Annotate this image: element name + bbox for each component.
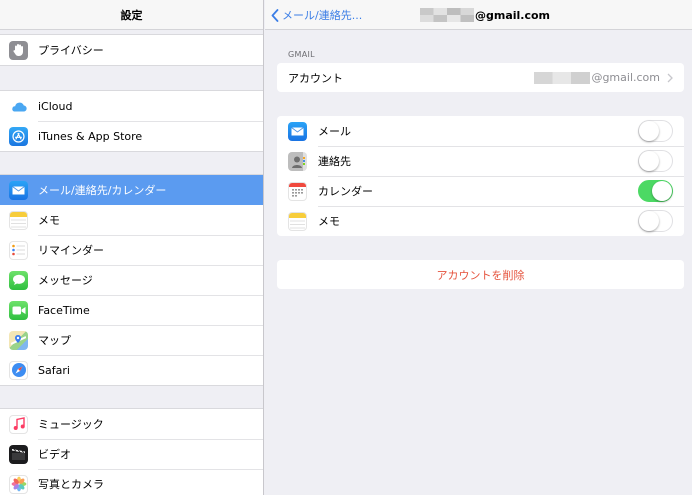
sidebar-item-label: iCloud bbox=[38, 99, 73, 113]
account-value-text: @gmail.com bbox=[591, 71, 660, 84]
app-store-icon bbox=[9, 126, 28, 146]
redacted-mosaic bbox=[534, 71, 591, 84]
sidebar-item-facetime[interactable]: FaceTime bbox=[0, 295, 263, 325]
sidebar-item-messages[interactable]: メッセージ bbox=[0, 265, 263, 295]
service-row-mail: メール bbox=[277, 116, 684, 146]
service-label: カレンダー bbox=[318, 185, 373, 198]
toggle-knob bbox=[639, 211, 659, 231]
service-row-notes: メモ bbox=[277, 206, 684, 236]
notes-icon bbox=[288, 211, 307, 231]
mail-icon bbox=[9, 180, 28, 200]
settings-sidebar: 設定 プライバシー iCloud iTunes & App Store メール/… bbox=[0, 0, 264, 495]
photos-icon bbox=[9, 474, 28, 494]
facetime-icon bbox=[9, 300, 28, 320]
sidebar-item-icloud[interactable]: iCloud bbox=[0, 91, 263, 121]
sidebar-item-label: マップ bbox=[38, 334, 71, 347]
videos-icon bbox=[9, 444, 28, 464]
privacy-hand-icon bbox=[9, 40, 28, 60]
sidebar-item-label: ビデオ bbox=[38, 448, 71, 461]
detail-title: @gmail.com bbox=[420, 0, 550, 30]
messages-icon bbox=[9, 270, 28, 290]
sidebar-item-photos-camera[interactable]: 写真とカメラ bbox=[0, 469, 263, 495]
sidebar-item-label: FaceTime bbox=[38, 303, 90, 317]
calendar-toggle[interactable] bbox=[638, 180, 673, 202]
safari-icon bbox=[9, 360, 28, 380]
mail-icon bbox=[288, 121, 307, 141]
settings-group-privacy: プライバシー bbox=[0, 34, 263, 66]
sidebar-item-videos[interactable]: ビデオ bbox=[0, 439, 263, 469]
music-icon bbox=[9, 414, 28, 434]
delete-card: アカウントを削除 bbox=[277, 260, 684, 289]
chevron-right-icon bbox=[667, 73, 673, 82]
sidebar-item-label: メッセージ bbox=[38, 274, 93, 287]
sidebar-item-label: メモ bbox=[38, 214, 60, 227]
detail-header: メール/連絡先... @gmail.com bbox=[265, 0, 692, 30]
chevron-left-icon bbox=[271, 8, 279, 22]
maps-icon bbox=[9, 330, 28, 350]
icloud-icon bbox=[9, 96, 28, 116]
back-label: メール/連絡先... bbox=[282, 9, 363, 22]
calendar-icon bbox=[288, 181, 307, 201]
notes-icon bbox=[9, 210, 28, 230]
settings-group-media: ミュージック ビデオ 写真とカメラ bbox=[0, 408, 263, 495]
sidebar-item-label: リマインダー bbox=[38, 244, 104, 257]
settings-group-apps: メール/連絡先/カレンダー メモ リマインダー メッセージ FaceTime マ… bbox=[0, 174, 263, 386]
toggle-knob bbox=[639, 151, 659, 171]
detail-title-text: @gmail.com bbox=[475, 8, 551, 22]
contacts-icon bbox=[288, 151, 307, 171]
redacted-mosaic bbox=[420, 8, 474, 22]
reminders-icon bbox=[9, 240, 28, 260]
service-label: 連絡先 bbox=[318, 155, 351, 168]
sidebar-item-label: 写真とカメラ bbox=[38, 478, 104, 491]
sidebar-item-label: Safari bbox=[38, 363, 70, 377]
account-card: アカウント @gmail.com bbox=[277, 63, 684, 92]
sidebar-item-music[interactable]: ミュージック bbox=[0, 409, 263, 439]
delete-account-button[interactable]: アカウントを削除 bbox=[277, 260, 684, 289]
back-button[interactable]: メール/連絡先... bbox=[271, 0, 362, 30]
sidebar-item-label: プライバシー bbox=[38, 44, 104, 57]
service-label: メモ bbox=[318, 215, 340, 228]
sidebar-item-maps[interactable]: マップ bbox=[0, 325, 263, 355]
account-detail-pane: メール/連絡先... @gmail.com GMAIL アカウント @gmail… bbox=[265, 0, 692, 495]
sidebar-item-notes[interactable]: メモ bbox=[0, 205, 263, 235]
account-value: @gmail.com bbox=[534, 63, 673, 92]
service-row-contacts: 連絡先 bbox=[277, 146, 684, 176]
contacts-toggle[interactable] bbox=[638, 150, 673, 172]
sidebar-item-reminders[interactable]: リマインダー bbox=[0, 235, 263, 265]
section-label-gmail: GMAIL bbox=[288, 50, 315, 59]
sidebar-item-label: iTunes & App Store bbox=[38, 129, 143, 143]
mail-toggle[interactable] bbox=[638, 120, 673, 142]
account-label: アカウント bbox=[288, 71, 343, 85]
toggle-knob bbox=[639, 121, 659, 141]
sidebar-item-label: ミュージック bbox=[38, 418, 104, 431]
sidebar-title: 設定 bbox=[0, 0, 263, 30]
notes-toggle[interactable] bbox=[638, 210, 673, 232]
services-card: メール 連絡先 カレンダー メモ bbox=[277, 116, 684, 236]
sidebar-item-safari[interactable]: Safari bbox=[0, 355, 263, 385]
sidebar-item-label: メール/連絡先/カレンダー bbox=[38, 184, 167, 197]
settings-group-accounts: iCloud iTunes & App Store bbox=[0, 90, 263, 152]
account-row[interactable]: アカウント @gmail.com bbox=[277, 63, 684, 92]
service-row-calendar: カレンダー bbox=[277, 176, 684, 206]
toggle-knob bbox=[652, 181, 672, 201]
sidebar-item-itunes-app-store[interactable]: iTunes & App Store bbox=[0, 121, 263, 151]
sidebar-item-mail-contacts-calendars[interactable]: メール/連絡先/カレンダー bbox=[0, 175, 263, 205]
sidebar-item-privacy[interactable]: プライバシー bbox=[0, 35, 263, 65]
service-label: メール bbox=[318, 125, 351, 138]
